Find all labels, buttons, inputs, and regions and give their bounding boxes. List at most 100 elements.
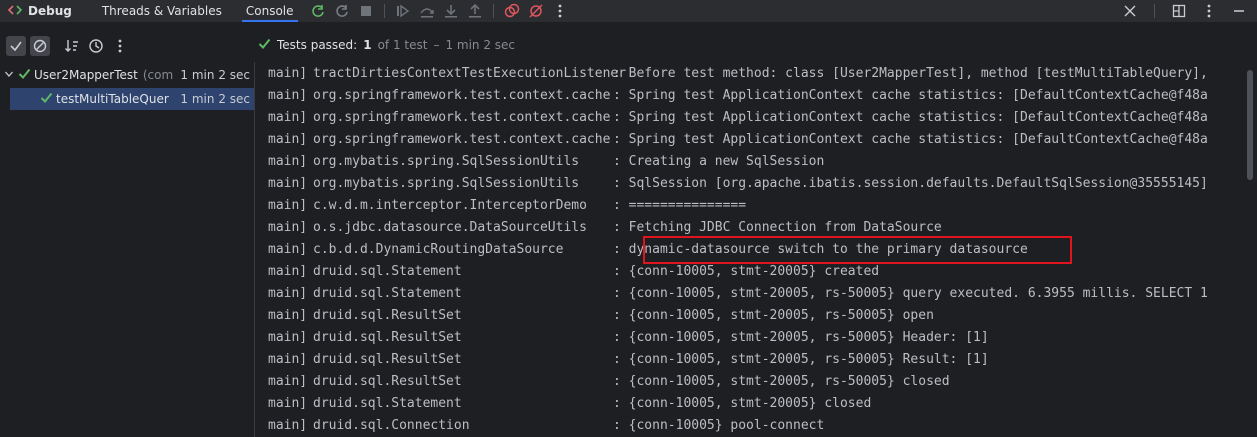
console-line: main] org.mybatis.spring.SqlSessionUtils:… — [268, 151, 824, 173]
log-message: : SqlSession [org.apache.ibatis.session.… — [613, 176, 1208, 191]
minimize-icon[interactable] — [1229, 1, 1249, 21]
chevron-down-icon[interactable] — [4, 68, 14, 82]
log-thread: main] — [268, 220, 308, 235]
log-logger: org.springframework.test.context.cache — [313, 88, 611, 103]
toolbar-separator — [492, 4, 494, 18]
more-icon[interactable] — [550, 1, 570, 21]
log-thread: main] — [268, 242, 308, 257]
log-thread: main] — [268, 154, 308, 169]
log-thread: main] — [268, 374, 308, 389]
log-thread: main] — [268, 264, 308, 279]
rerun-icon[interactable] — [308, 1, 328, 21]
log-message: : Spring test ApplicationContext cache s… — [613, 88, 1208, 103]
resume-program-icon[interactable] — [393, 1, 413, 21]
console-line: main] tractDirtiesContextTestExecutionLis… — [268, 63, 1208, 85]
step-into-icon[interactable] — [441, 1, 461, 21]
status-separator: – — [433, 38, 440, 52]
console-line: main] c.b.d.d.DynamicRoutingDataSource: d… — [268, 239, 1028, 261]
log-message: : Spring test ApplicationContext cache s… — [613, 110, 1208, 125]
options-icon[interactable] — [1199, 1, 1219, 21]
sort-by-duration-button[interactable] — [86, 36, 106, 56]
debug-label: Debug — [28, 4, 72, 18]
test-class-time: 1 min 2 sec — [180, 68, 250, 82]
log-thread: main] — [268, 110, 308, 125]
stop-icon[interactable] — [356, 1, 376, 21]
log-thread: main] — [268, 176, 308, 191]
log-message: : {conn-10005, stmt-20005, rs-50005} que… — [613, 286, 1208, 301]
highlight-annotation-box — [643, 236, 1072, 264]
step-over-icon[interactable] — [417, 1, 437, 21]
view-breakpoints-icon[interactable] — [502, 1, 522, 21]
log-logger: org.springframework.test.context.cache — [313, 110, 611, 125]
log-message: : {conn-10005} pool-connect — [613, 418, 825, 433]
runner-more-button[interactable] — [110, 36, 130, 56]
console-line: main] druid.sql.Connection: {conn-10005} … — [268, 415, 824, 437]
test-class-package: (com — [142, 68, 174, 82]
console-line: main] druid.sql.Statement : {conn-10005, s… — [268, 393, 871, 415]
console-line: main] druid.sql.Statement: {conn-10005, s… — [268, 261, 879, 283]
clock-icon — [89, 39, 103, 53]
log-message: : Creating a new SqlSession — [613, 154, 825, 169]
sort-icon — [65, 40, 78, 52]
close-icon[interactable] — [1120, 1, 1140, 21]
pass-check-icon — [18, 67, 31, 83]
log-thread: main] — [268, 308, 308, 323]
test-runner-toolbar: Tests passed: 1 of 1 test – 1 min 2 sec — [0, 33, 1257, 59]
log-logger: druid.sql.Statement — [313, 264, 462, 279]
log-logger: druid.sql.ResultSet — [313, 352, 462, 367]
sort-alphabetically-button[interactable] — [62, 36, 82, 56]
console-line: main] org.springframework.test.context.ca… — [268, 129, 1208, 151]
test-method-name: testMultiTableQuer — [56, 92, 169, 106]
test-status: Tests passed: 1 of 1 test – 1 min 2 sec — [258, 33, 515, 57]
test-class-name: User2MapperTest — [34, 68, 138, 82]
log-logger: org.mybatis.spring.SqlSessionUtils — [313, 154, 580, 169]
tree-item-test-method[interactable]: testMultiTableQuer 1 min 2 sec — [10, 88, 254, 110]
check-icon — [10, 41, 22, 52]
log-message: : {conn-10005, stmt-20005, rs-50005} ope… — [613, 308, 934, 323]
mute-breakpoints-icon[interactable] — [526, 1, 546, 21]
log-thread: main] — [268, 88, 308, 103]
console-line: main] org.springframework.test.context.ca… — [268, 107, 1208, 129]
tab-console[interactable]: Console — [234, 0, 306, 22]
show-passed-toggle[interactable] — [6, 36, 26, 56]
tests-duration: 1 min 2 sec — [445, 38, 516, 52]
show-ignored-toggle[interactable] — [30, 36, 50, 56]
log-message: : {conn-10005, stmt-20005, rs-50005} Hea… — [613, 330, 989, 345]
more-icon — [118, 39, 122, 53]
log-logger: druid.sql.ResultSet — [313, 330, 462, 345]
log-thread: main] — [268, 66, 308, 81]
toolbar-separator — [1154, 4, 1155, 18]
log-logger: org.springframework.test.context.cache — [313, 132, 611, 147]
log-message: : {conn-10005, stmt-20005} closed — [613, 396, 872, 411]
tree-item-root[interactable]: User2MapperTest (com 1 min 2 sec — [0, 64, 254, 86]
log-logger: c.b.d.d.DynamicRoutingDataSource — [313, 242, 564, 257]
log-thread: main] — [268, 352, 308, 367]
debug-icon — [7, 3, 23, 20]
console-line: main] c.w.d.m.interceptor.InterceptorDemo… — [268, 195, 746, 217]
console-line: main] org.springframework.test.context.ca… — [268, 85, 1208, 107]
console-line: main] druid.sql.ResultSet: {conn-10005, s… — [268, 371, 950, 393]
log-thread: main] — [268, 286, 308, 301]
console-scrollbar[interactable] — [1247, 70, 1253, 180]
log-message: : Before test method: class [User2Mapper… — [613, 66, 1208, 81]
toolbar-separator — [383, 4, 385, 18]
step-out-icon[interactable] — [465, 1, 485, 21]
log-logger: o.s.jdbc.datasource.DataSourceUtils — [313, 220, 587, 235]
log-thread: main] — [268, 198, 308, 213]
pass-check-icon — [40, 91, 53, 107]
log-thread: main] — [268, 396, 308, 411]
console-line: main] druid.sql.ResultSet: {conn-10005, s… — [268, 305, 934, 327]
layout-icon[interactable] — [1169, 1, 1189, 21]
log-thread: main] — [268, 132, 308, 147]
log-thread: main] — [268, 418, 308, 433]
tests-passed-count: 1 — [363, 38, 372, 52]
console-output[interactable]: main] tractDirtiesContextTestExecutionLis… — [255, 62, 1257, 437]
log-logger: druid.sql.ResultSet — [313, 374, 462, 389]
log-logger: druid.sql.Statement — [313, 396, 462, 411]
log-message: : {conn-10005, stmt-20005, rs-50005} Res… — [613, 352, 989, 367]
ignored-icon — [33, 39, 47, 53]
rerun-failed-icon[interactable] — [332, 1, 352, 21]
tab-threads-variables[interactable]: Threads & Variables — [90, 0, 234, 22]
console-line: main] org.mybatis.spring.SqlSessionUtils:… — [268, 173, 1208, 195]
debug-title[interactable]: Debug — [0, 3, 72, 20]
